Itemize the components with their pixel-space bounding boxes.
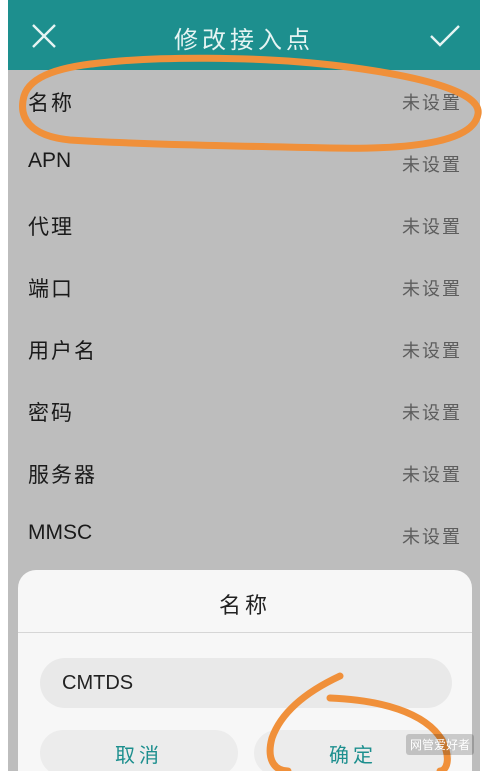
apn-row-password[interactable]: 密码 未设置 xyxy=(8,380,480,442)
screen: 修改接入点 名称 未设置 APN 未设置 代理 未设置 端口 未设置 用户名 未… xyxy=(8,0,480,771)
row-label: 名称 xyxy=(28,91,74,115)
row-value: 未设置 xyxy=(402,279,462,300)
apn-row-name[interactable]: 名称 未设置 xyxy=(8,70,480,132)
row-label: 用户名 xyxy=(28,339,97,363)
row-label: 密码 xyxy=(28,401,74,425)
row-value: 未设置 xyxy=(402,155,462,176)
divider xyxy=(18,632,472,633)
row-value: 未设置 xyxy=(402,93,462,114)
check-icon[interactable] xyxy=(428,20,462,52)
apn-row-server[interactable]: 服务器 未设置 xyxy=(8,442,480,504)
dialog-title: 名称 xyxy=(218,594,271,619)
row-label: 服务器 xyxy=(28,463,97,487)
apn-row-apn[interactable]: APN 未设置 xyxy=(8,132,480,194)
apn-settings-list: 名称 未设置 APN 未设置 代理 未设置 端口 未设置 用户名 未设置 密码 … xyxy=(8,70,480,566)
row-label: MMSC xyxy=(28,521,93,544)
cancel-button[interactable]: 取消 xyxy=(40,730,238,771)
apn-row-username[interactable]: 用户名 未设置 xyxy=(8,318,480,380)
apn-row-proxy[interactable]: 代理 未设置 xyxy=(8,194,480,256)
row-label: 端口 xyxy=(28,277,74,301)
row-value: 未设置 xyxy=(402,527,462,548)
row-label: APN xyxy=(28,149,72,172)
row-value: 未设置 xyxy=(402,403,462,424)
name-edit-dialog: 名称 取消 确定 xyxy=(18,570,472,771)
page-title: 修改接入点 xyxy=(174,26,314,54)
name-input[interactable] xyxy=(40,658,452,708)
row-value: 未设置 xyxy=(402,465,462,486)
row-value: 未设置 xyxy=(402,341,462,362)
apn-row-port[interactable]: 端口 未设置 xyxy=(8,256,480,318)
watermark: 网管爱好者 xyxy=(405,734,474,755)
row-value: 未设置 xyxy=(402,217,462,238)
row-label: 代理 xyxy=(28,215,74,239)
apn-row-mmsc[interactable]: MMSC 未设置 xyxy=(8,504,480,566)
title-bar: 修改接入点 xyxy=(8,0,480,70)
